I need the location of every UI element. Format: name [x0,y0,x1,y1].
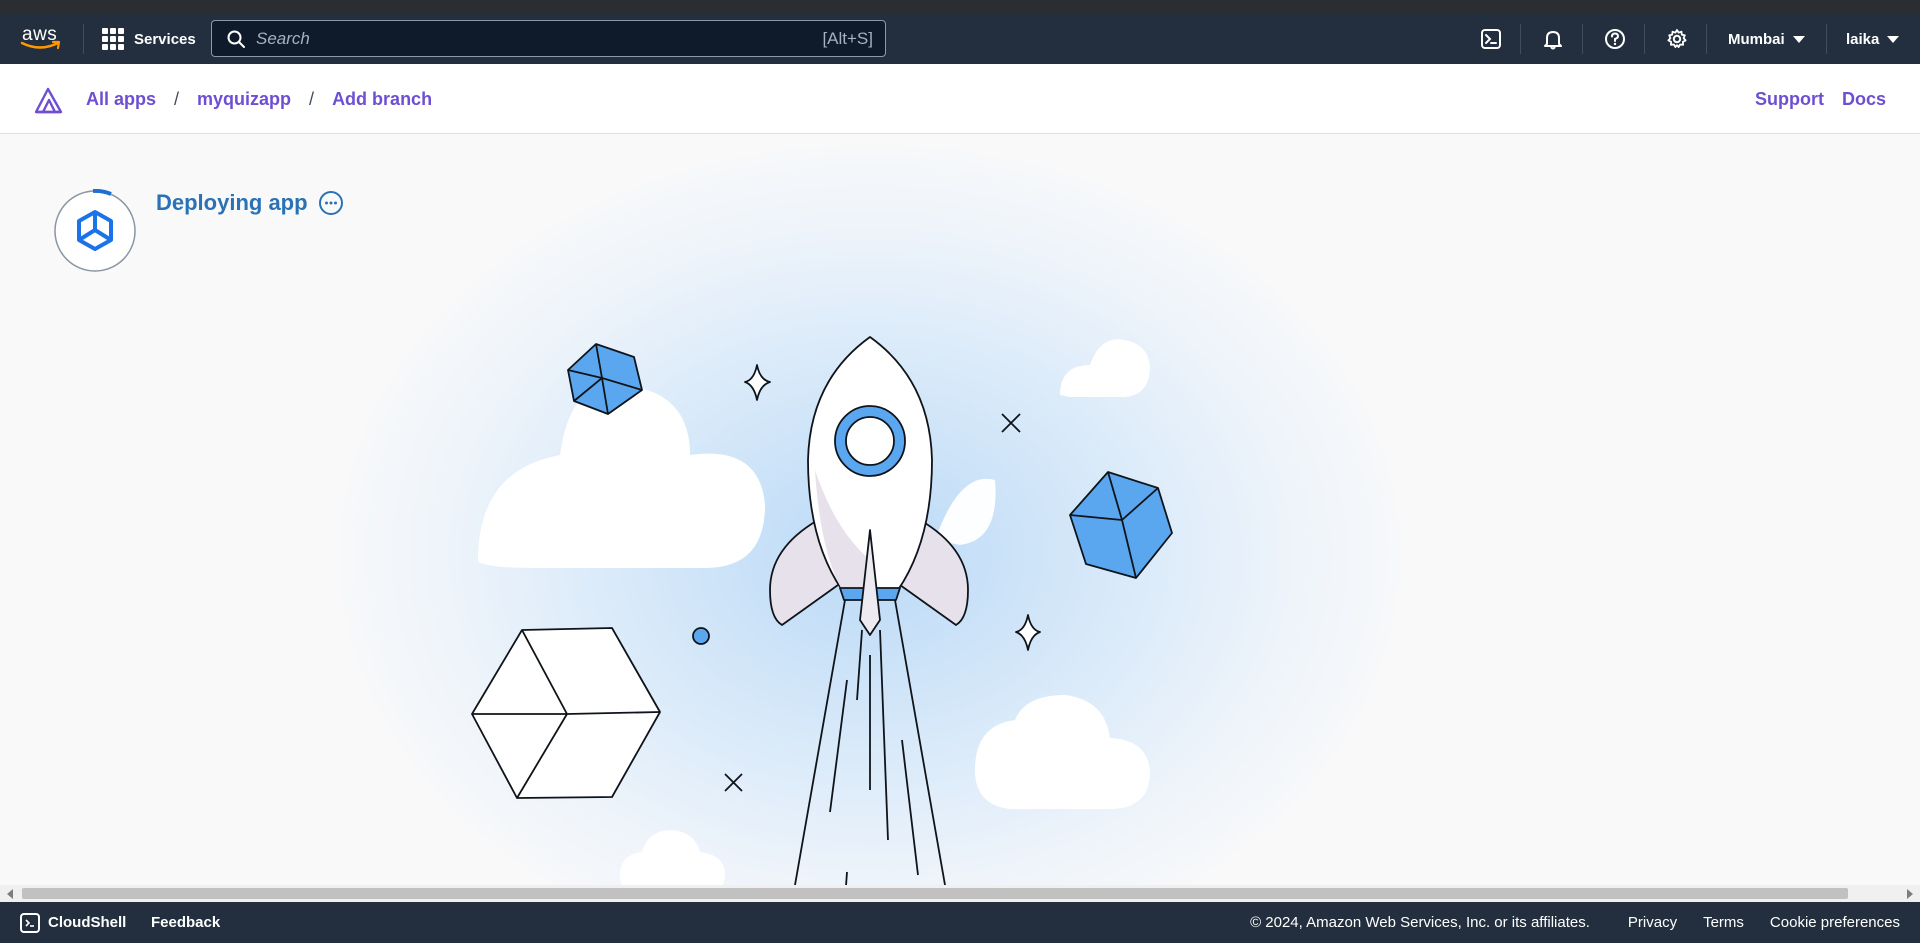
feedback-link[interactable]: Feedback [151,902,220,943]
header-divider [1582,24,1583,54]
deploy-main-content: Deploying app [0,135,1920,885]
copyright-text: © 2024, Amazon Web Services, Inc. or its… [1250,914,1590,931]
services-menu-button[interactable]: Services [102,14,196,64]
scrollbar-thumb[interactable] [22,888,1848,899]
privacy-link[interactable]: Privacy [1628,914,1677,931]
help-icon[interactable] [1602,26,1628,52]
cloudshell-terminal-icon [20,912,40,933]
account-menu[interactable]: laika [1846,14,1900,64]
search-shortcut-hint: [Alt+S] [822,28,873,48]
breadcrumb-separator: / [309,88,315,109]
horizontal-scrollbar[interactable] [0,885,1920,902]
search-icon [227,30,245,48]
cloudshell-button[interactable]: CloudShell [20,902,126,943]
breadcrumb-app[interactable]: myquizapp [197,89,291,110]
breadcrumb-add-branch[interactable]: Add branch [332,89,432,110]
console-footer: CloudShell Feedback © 2024, Amazon Web S… [0,902,1920,943]
support-link[interactable]: Support [1755,89,1824,110]
header-divider [1706,24,1707,54]
header-divider [1520,24,1521,54]
account-username: laika [1846,30,1880,48]
settings-gear-icon[interactable] [1664,26,1690,52]
services-label: Services [134,30,196,48]
docs-link[interactable]: Docs [1842,89,1886,110]
rocket [769,336,969,636]
rocket-launch-illustration [471,336,1173,885]
header-divider [1644,24,1645,54]
app-grid-icon [102,28,124,50]
breadcrumb-all-apps[interactable]: All apps [86,89,156,110]
terms-link[interactable]: Terms [1703,914,1744,931]
amplify-logo-icon[interactable] [34,86,64,114]
blue-cube-right [1069,471,1173,579]
breadcrumb: All apps / myquizapp / Add branch [86,64,432,134]
caret-down-icon [1792,35,1805,43]
notifications-bell-icon[interactable] [1540,26,1566,52]
caret-down-icon [1887,35,1900,43]
exhaust-lines [794,599,946,885]
header-divider [83,24,84,54]
header-divider [1826,24,1827,54]
scroll-right-arrow-icon[interactable] [1907,889,1913,899]
white-cube-large [471,627,661,799]
search-box[interactable]: [Alt+S] [211,20,886,57]
search-input[interactable] [246,28,823,49]
cloudshell-label: CloudShell [48,914,127,931]
help-links: Support Docs [1755,64,1886,134]
region-label: Mumbai [1728,30,1785,48]
breadcrumb-separator: / [174,88,180,109]
browser-top-strip [0,0,1920,14]
scroll-left-arrow-icon[interactable] [7,889,13,899]
aws-logo[interactable]: aws [20,24,62,54]
aws-console-header: aws Services [Alt+S] Mumbai [0,14,1920,64]
amplify-breadcrumb-bar: All apps / myquizapp / Add branch Suppor… [0,64,1920,134]
region-selector[interactable]: Mumbai [1728,14,1805,64]
footer-links: © 2024, Amazon Web Services, Inc. or its… [1250,902,1900,943]
cloudshell-icon[interactable] [1478,26,1504,52]
cookie-preferences-link[interactable]: Cookie preferences [1770,914,1900,931]
blue-dot [692,627,710,645]
aws-smile-icon [20,40,61,50]
